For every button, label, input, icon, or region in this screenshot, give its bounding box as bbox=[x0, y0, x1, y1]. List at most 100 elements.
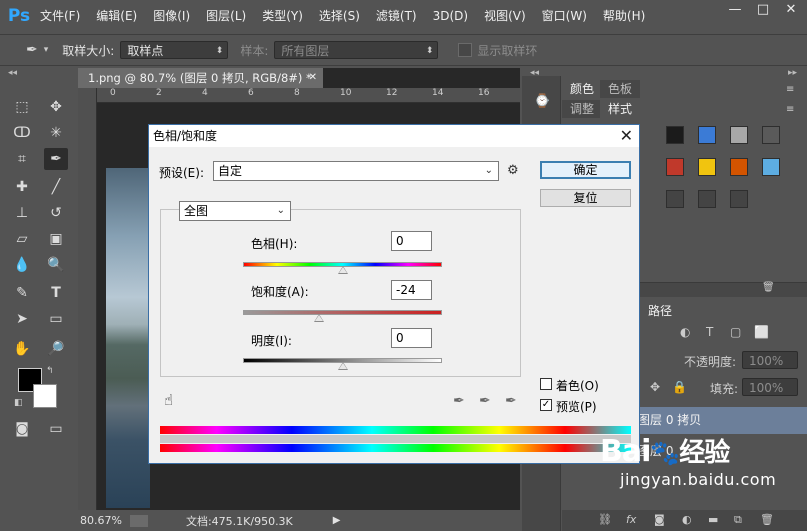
dialog-title-bar[interactable]: 色相/饱和度 ✕ bbox=[149, 125, 639, 147]
magic-wand-tool-icon[interactable]: ✳ bbox=[44, 122, 68, 144]
show-ring-checkbox[interactable] bbox=[458, 43, 473, 57]
history-brush-tool-icon[interactable]: ↺ bbox=[44, 202, 68, 224]
eyedropper-tool-icon[interactable]: ✒ bbox=[26, 42, 38, 58]
tab-styles[interactable]: 样式 bbox=[600, 100, 641, 118]
new-group-icon[interactable]: ▬ bbox=[708, 513, 718, 526]
menu-select[interactable]: 选择(S) bbox=[311, 0, 368, 32]
menu-filter[interactable]: 滤镜(T) bbox=[368, 0, 425, 32]
style-swatch[interactable] bbox=[762, 126, 780, 144]
saturation-slider-thumb[interactable] bbox=[313, 314, 324, 322]
reset-button[interactable]: 复位 bbox=[540, 189, 631, 207]
dodge-tool-icon[interactable]: 🔍 bbox=[44, 254, 68, 276]
shape-tool-icon[interactable]: ▭ bbox=[44, 308, 68, 330]
colorize-checkbox[interactable] bbox=[540, 378, 552, 390]
path-selection-tool-icon[interactable]: ➤ bbox=[10, 308, 34, 330]
hue-slider-thumb[interactable] bbox=[337, 266, 348, 274]
lasso-tool-icon[interactable]: ↀ bbox=[10, 122, 34, 144]
tab-adjustments[interactable]: 调整 bbox=[562, 100, 603, 118]
type-layer-filter-icon[interactable]: T bbox=[706, 325, 713, 339]
style-swatch[interactable] bbox=[666, 190, 684, 208]
style-swatch[interactable] bbox=[698, 190, 716, 208]
style-swatch[interactable] bbox=[762, 158, 780, 176]
new-layer-icon[interactable]: ⧉ bbox=[734, 513, 742, 527]
hue-input[interactable]: 0 bbox=[391, 231, 432, 251]
preset-select[interactable]: 自定 ⌄ bbox=[213, 161, 499, 181]
delete-style-icon[interactable]: 🗑 bbox=[762, 282, 775, 293]
preset-options-gear-icon[interactable]: ⚙ bbox=[507, 163, 519, 178]
lock-all-icon[interactable]: 🔒 bbox=[672, 380, 687, 394]
background-color-swatch[interactable] bbox=[33, 384, 57, 408]
menu-window[interactable]: 窗口(W) bbox=[534, 0, 595, 32]
panel-menu-icon[interactable]: ≡ bbox=[786, 84, 794, 95]
gradient-tool-icon[interactable]: ▣ bbox=[44, 228, 68, 250]
style-swatch[interactable] bbox=[666, 158, 684, 176]
move-tool-icon[interactable]: ✥ bbox=[44, 96, 68, 118]
saturation-slider-track[interactable] bbox=[243, 310, 442, 315]
close-icon[interactable]: ✕ bbox=[620, 125, 633, 147]
menu-help[interactable]: 帮助(H) bbox=[595, 0, 653, 32]
style-swatch[interactable] bbox=[666, 126, 684, 144]
zoom-tool-icon[interactable]: 🔎 bbox=[44, 338, 68, 360]
blur-tool-icon[interactable]: 💧 bbox=[10, 254, 34, 276]
tab-paths[interactable]: 路径 bbox=[640, 302, 681, 320]
swap-colors-icon[interactable]: ↰ bbox=[46, 366, 54, 376]
layer-row-selected[interactable]: 图层 0 拷贝 bbox=[632, 407, 807, 434]
link-layers-icon[interactable]: ⛓ bbox=[598, 513, 612, 526]
fill-input[interactable]: 100% bbox=[742, 378, 798, 396]
status-toggle-icon[interactable] bbox=[129, 514, 148, 527]
lightness-input[interactable]: 0 bbox=[391, 328, 432, 348]
preview-checkbox[interactable]: ✓ bbox=[540, 399, 552, 411]
menu-layer[interactable]: 图层(L) bbox=[198, 0, 254, 32]
hand-tool-icon[interactable]: ✋ bbox=[10, 338, 34, 360]
menu-view[interactable]: 视图(V) bbox=[476, 0, 534, 32]
eyedropper-subtract-icon[interactable]: ✒ bbox=[505, 393, 517, 409]
healing-brush-tool-icon[interactable]: ✚ bbox=[10, 176, 34, 198]
style-swatch[interactable] bbox=[698, 126, 716, 144]
menu-3d[interactable]: 3D(D) bbox=[425, 0, 476, 32]
clone-stamp-tool-icon[interactable]: ⊥ bbox=[10, 202, 34, 224]
menu-image[interactable]: 图像(I) bbox=[145, 0, 198, 32]
close-window-button[interactable]: ✕ bbox=[783, 2, 799, 17]
new-adjustment-icon[interactable]: ◐ bbox=[682, 513, 692, 526]
add-mask-icon[interactable]: ◙ bbox=[654, 513, 665, 526]
style-swatch[interactable] bbox=[730, 126, 748, 144]
type-tool-icon[interactable]: T bbox=[44, 282, 68, 304]
panel-menu-icon[interactable]: ≡ bbox=[786, 104, 794, 115]
menu-file[interactable]: 文件(F) bbox=[32, 0, 88, 32]
panel-collapse-right-icon[interactable]: ▸▸ bbox=[788, 68, 797, 78]
crop-tool-icon[interactable]: ⌗ bbox=[10, 148, 34, 170]
style-swatch[interactable] bbox=[730, 158, 748, 176]
lightness-slider-thumb[interactable] bbox=[337, 362, 348, 370]
tool-preset-chevron-icon[interactable]: ▾ bbox=[44, 45, 49, 55]
zoom-level[interactable]: 80.67% bbox=[80, 514, 122, 527]
shape-layer-filter-icon[interactable]: ▢ bbox=[730, 325, 741, 339]
panel-collapse-icon[interactable]: ◂◂ bbox=[8, 68, 17, 78]
maximize-button[interactable]: □ bbox=[755, 2, 771, 17]
eyedropper-tool-icon[interactable]: ✒ bbox=[44, 148, 68, 170]
style-swatch[interactable] bbox=[698, 158, 716, 176]
eraser-tool-icon[interactable]: ▱ bbox=[10, 228, 34, 250]
sample-select[interactable]: 所有图层 ⬍ bbox=[274, 41, 439, 59]
sample-size-select[interactable]: 取样点 ⬍ bbox=[120, 41, 229, 59]
landscape-image-canvas[interactable] bbox=[106, 168, 150, 508]
lock-position-icon[interactable]: ✥ bbox=[650, 380, 660, 394]
eyedropper-add-icon[interactable]: ✒ bbox=[479, 393, 491, 409]
status-menu-arrow-icon[interactable]: ▶ bbox=[333, 515, 341, 526]
marquee-tool-icon[interactable]: ⬚ bbox=[10, 96, 34, 118]
menu-edit[interactable]: 编辑(E) bbox=[88, 0, 145, 32]
default-colors-icon[interactable]: ◧ bbox=[14, 398, 23, 408]
minimize-button[interactable]: — bbox=[727, 2, 743, 17]
document-tab[interactable]: 1.png @ 80.7% (图层 0 拷贝, RGB/8#) * ✕ bbox=[78, 68, 323, 88]
screen-mode-icon[interactable]: ▭ bbox=[44, 418, 68, 440]
style-swatch[interactable] bbox=[730, 190, 748, 208]
tab-swatches[interactable]: 色板 bbox=[600, 80, 641, 98]
quick-mask-icon[interactable]: ◙ bbox=[10, 418, 34, 440]
delete-layer-icon[interactable]: 🗑 bbox=[760, 513, 774, 526]
layer-style-fx-icon[interactable]: fx bbox=[626, 513, 636, 526]
adjustment-layer-filter-icon[interactable]: ◐ bbox=[680, 325, 690, 339]
ok-button[interactable]: 确定 bbox=[540, 161, 631, 179]
channel-select[interactable]: 全图 ⌄ bbox=[179, 201, 291, 221]
brush-tool-icon[interactable]: ╱ bbox=[44, 176, 68, 198]
pen-tool-icon[interactable]: ✎ bbox=[10, 282, 34, 304]
targeted-adjustment-hand-icon[interactable]: ☝ bbox=[164, 391, 173, 409]
